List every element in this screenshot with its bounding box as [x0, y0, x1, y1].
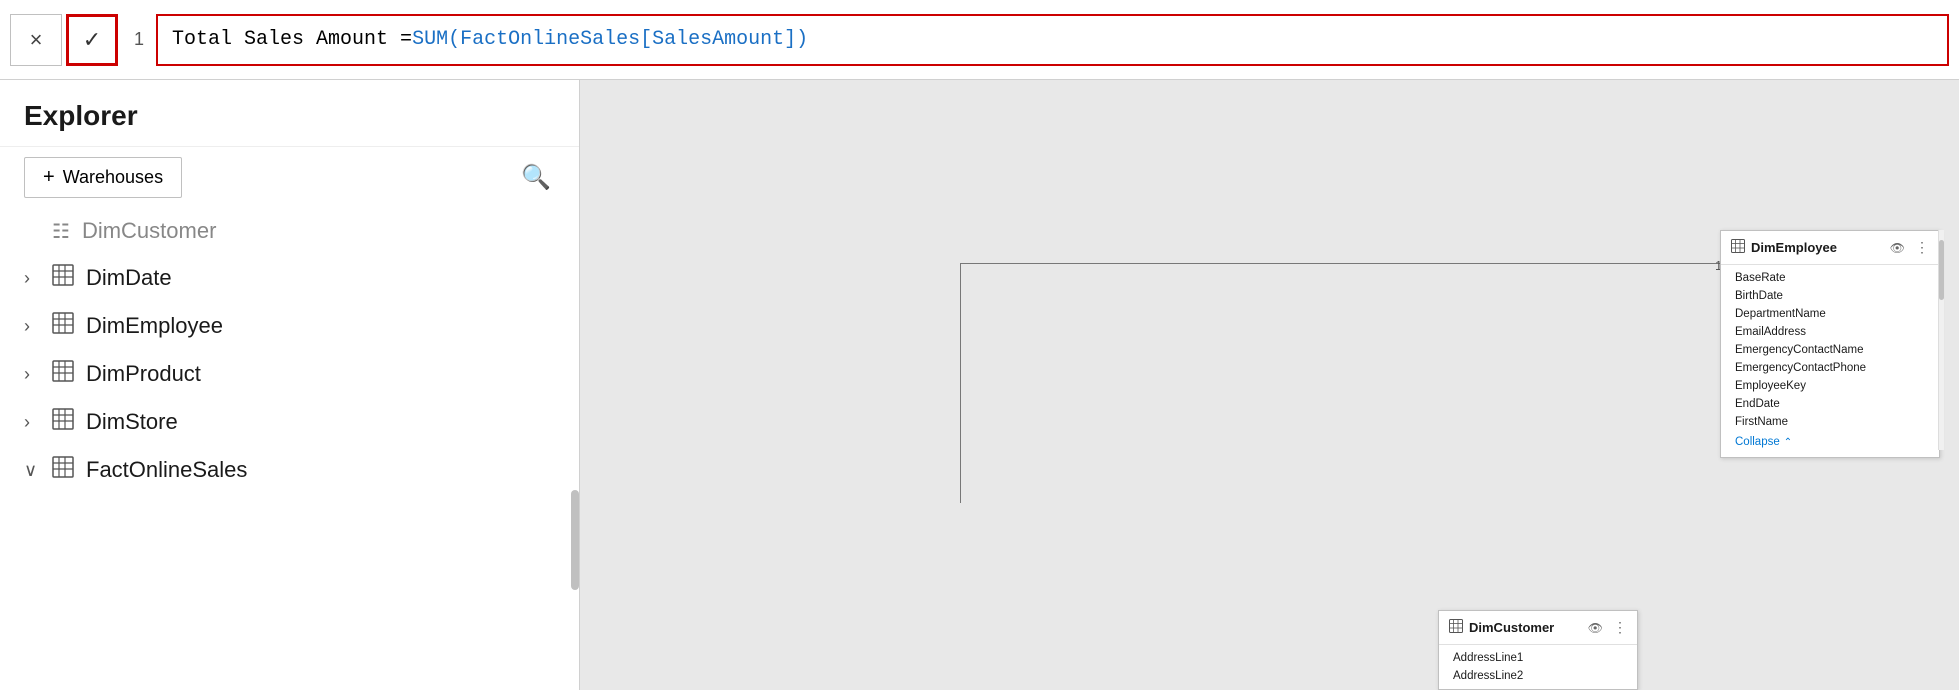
eye-icon[interactable]: 👁: [1588, 621, 1603, 635]
dim-customer-card: DimCustomer 👁 ⋮ AddressLine1 AddressLine…: [1438, 610, 1638, 690]
dim-employee-card: DimEmployee 👁 ⋮ BaseRate BirthDate Depar…: [1720, 230, 1940, 458]
chevron-icon: ›: [24, 364, 40, 385]
table-icon: [52, 264, 74, 292]
canvas-area[interactable]: 1 DimEmployee 👁 ⋮ BaseRate: [580, 80, 1959, 690]
tree-item-dimcustomer[interactable]: ☷ DimCustomer: [10, 208, 569, 254]
table-card-icon: [1731, 239, 1745, 256]
cancel-icon: ×: [30, 27, 43, 53]
tree-item-label: FactOnlineSales: [86, 457, 247, 483]
connector-line-vertical: [960, 263, 962, 503]
more-menu-icon[interactable]: ⋮: [1915, 239, 1929, 256]
tree-item-dimproduct[interactable]: › DimProduct: [10, 350, 569, 398]
field-addressline1[interactable]: AddressLine1: [1439, 649, 1637, 667]
tree-list: ☷ DimCustomer › DimDate: [0, 208, 579, 690]
dim-employee-card-header: DimEmployee 👁 ⋮: [1721, 231, 1939, 265]
chevron-down-icon: ∨: [24, 460, 40, 481]
formula-text-colored: SUM(FactOnlineSales[SalesAmount]): [412, 28, 808, 51]
tree-item-factonlinesales[interactable]: ∨ FactOnlineSales: [10, 446, 569, 494]
search-button[interactable]: 🔍: [517, 159, 555, 196]
warehouses-label: Warehouses: [63, 167, 163, 188]
line-number: 1: [134, 29, 144, 50]
field-employeekey[interactable]: EmployeeKey: [1721, 377, 1939, 395]
chevron-icon: ›: [24, 412, 40, 433]
collapse-button[interactable]: Collapse ⌃: [1721, 431, 1939, 453]
collapse-label: Collapse: [1735, 436, 1780, 448]
tree-item-label: DimCustomer: [82, 218, 216, 244]
chevron-icon: ›: [24, 316, 40, 337]
dim-employee-card-title: DimEmployee: [1751, 240, 1884, 255]
table-icon: ☷: [52, 219, 70, 244]
tree-item-label: DimProduct: [86, 361, 201, 387]
search-icon: 🔍: [521, 164, 551, 191]
sidebar-title: Explorer: [24, 100, 138, 132]
field-emailaddress[interactable]: EmailAddress: [1721, 323, 1939, 341]
connector-line-horizontal: [960, 263, 1720, 264]
tree-item-dimstore[interactable]: › DimStore: [10, 398, 569, 446]
more-menu-icon[interactable]: ⋮: [1613, 619, 1627, 636]
table-card-icon: [1449, 619, 1463, 636]
dim-customer-card-title: DimCustomer: [1469, 620, 1582, 635]
field-enddate[interactable]: EndDate: [1721, 395, 1939, 413]
tree-item-dimdate[interactable]: › DimDate: [10, 254, 569, 302]
cancel-button[interactable]: ×: [10, 14, 62, 66]
explorer-sidebar: Explorer + Warehouses 🔍 ☷ DimCustomer ›: [0, 80, 580, 690]
field-addressline2[interactable]: AddressLine2: [1439, 667, 1637, 685]
field-emergencycontactname[interactable]: EmergencyContactName: [1721, 341, 1939, 359]
dim-customer-card-header: DimCustomer 👁 ⋮: [1439, 611, 1637, 645]
tree-item-label: DimEmployee: [86, 313, 223, 339]
eye-icon[interactable]: 👁: [1890, 241, 1905, 255]
dim-employee-card-body: BaseRate BirthDate DepartmentName EmailA…: [1721, 265, 1939, 457]
chevron-icon: ›: [24, 268, 40, 289]
dim-customer-card-body: AddressLine1 AddressLine2: [1439, 645, 1637, 689]
check-icon: ✓: [83, 27, 101, 53]
formula-text-plain: Total Sales Amount =: [172, 28, 412, 51]
table-icon: [52, 456, 74, 484]
formula-bar: × ✓ 1 Total Sales Amount = SUM(FactOnlin…: [0, 0, 1959, 80]
field-emergencycontactphone[interactable]: EmergencyContactPhone: [1721, 359, 1939, 377]
sidebar-header: Explorer: [0, 80, 579, 147]
tree-item-label: DimStore: [86, 409, 178, 435]
sidebar-toolbar: + Warehouses 🔍: [0, 147, 579, 208]
card-scrollbar-track: [1938, 230, 1944, 450]
field-firstname[interactable]: FirstName: [1721, 413, 1939, 431]
card-scrollbar-thumb[interactable]: [1939, 240, 1944, 300]
field-birthdate[interactable]: BirthDate: [1721, 287, 1939, 305]
tree-item-dimemployee[interactable]: › DimEmployee: [10, 302, 569, 350]
main-content: Explorer + Warehouses 🔍 ☷ DimCustomer ›: [0, 80, 1959, 690]
tree-item-label: DimDate: [86, 265, 172, 291]
table-icon: [52, 360, 74, 388]
collapse-chevron-up-icon: ⌃: [1784, 437, 1792, 448]
table-icon: [52, 408, 74, 436]
plus-icon: +: [43, 166, 55, 189]
sidebar-scrollbar[interactable]: [571, 490, 579, 590]
formula-input-area[interactable]: Total Sales Amount = SUM(FactOnlineSales…: [156, 14, 1949, 66]
field-departmentname[interactable]: DepartmentName: [1721, 305, 1939, 323]
field-baserate[interactable]: BaseRate: [1721, 269, 1939, 287]
confirm-button[interactable]: ✓: [66, 14, 118, 66]
table-icon: [52, 312, 74, 340]
add-warehouses-button[interactable]: + Warehouses: [24, 157, 182, 198]
